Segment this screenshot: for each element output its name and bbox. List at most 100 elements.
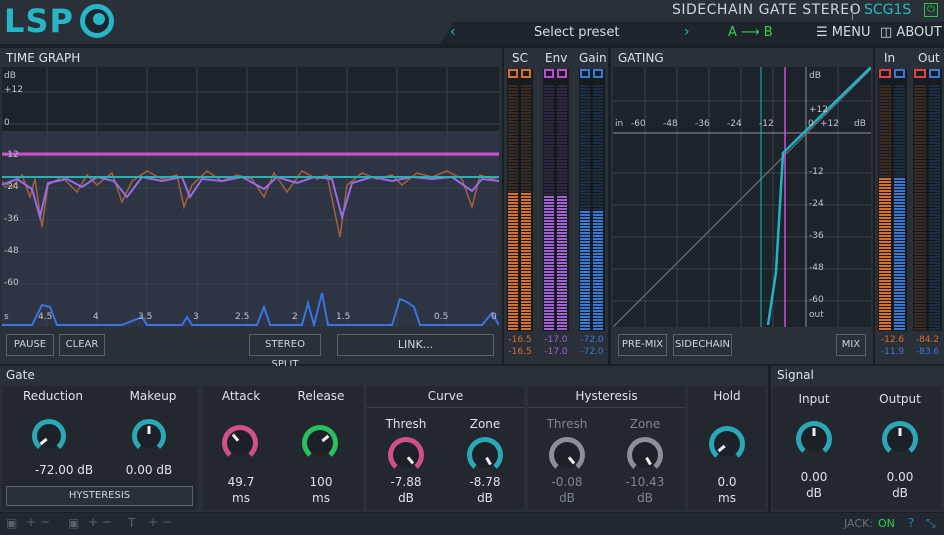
meter-segment [879,319,891,321]
pre-mix-button[interactable]: PRE-MIX [618,334,667,356]
meter-segment [544,268,554,270]
zoom-in-icon[interactable]: + [26,515,36,529]
channel-swatch[interactable] [580,69,590,78]
meter-segment [521,160,531,162]
meter-segment [557,220,567,222]
meter-segment [521,274,531,276]
hold-knob[interactable] [709,426,745,462]
layout-zoom-out-icon[interactable]: − [102,515,112,529]
meter-segment [580,280,590,282]
jack-status[interactable]: ON [878,517,895,530]
meter-segment [508,127,518,129]
channel-swatch[interactable] [593,69,603,78]
channel-swatch[interactable] [544,69,554,78]
window-icon[interactable]: ▣ [6,516,17,530]
meter-segment [928,223,940,225]
meter-segment [557,262,567,264]
preset-selector[interactable]: Select preset [534,25,619,40]
meter-segment [593,88,603,90]
out-meter-value-l: -84.2 [915,335,940,345]
attack-value: 49.7 [227,475,255,489]
knob-cap [801,426,827,452]
meter-segment [508,148,518,150]
in-meter-value-r: -11.9 [880,347,905,357]
hysteresis-thresh-knob[interactable] [549,437,585,473]
meter-segment [879,151,891,153]
meter-segment [508,250,518,252]
preset-next-button[interactable]: › [684,24,690,40]
resize-icon[interactable]: ⤡ [926,516,936,531]
channel-swatch[interactable] [557,69,567,78]
meter-segment [521,280,531,282]
channel-swatch[interactable] [928,69,940,78]
meter-segment [557,118,567,120]
mix-button[interactable]: MIX [836,334,866,356]
layout-zoom-in-icon[interactable]: + [88,515,98,529]
reduction-knob[interactable] [32,419,66,453]
makeup-value: 0.00 dB [125,463,173,477]
preset-prev-button[interactable]: ‹ [450,24,456,40]
power-icon[interactable]: ⏻ [924,3,938,17]
channel-swatch[interactable] [893,69,905,78]
ab-compare-button[interactable]: A ⟶ B [728,25,773,40]
output-gain-knob[interactable] [882,421,918,457]
curve-thresh-knob[interactable] [388,437,424,473]
clear-button[interactable]: CLEAR [59,334,105,356]
attack-knob[interactable] [222,425,258,461]
meter-segment [893,229,905,231]
channel-swatch[interactable] [521,69,531,78]
gy-label-m24: -24 [809,199,824,209]
gating-curve-canvas[interactable]: in -60 -48 -36 -24 -12 0 +12 dB dB +12 -… [613,67,871,327]
channel-swatch[interactable] [508,69,518,78]
stereo-split-button[interactable]: STEREO SPLIT [249,334,321,370]
meter-segment [544,307,554,309]
zoom-out-icon[interactable]: − [40,515,50,529]
hysteresis-zone-knob[interactable] [627,437,663,473]
meter-segment [508,256,518,258]
link-button[interactable]: LINK... [337,334,494,356]
meter-segment [593,160,603,162]
meter-segment [521,226,531,228]
meter-segment [521,241,531,243]
meter-segment [508,121,518,123]
meter-segment [544,235,554,237]
makeup-label: Makeup [129,389,177,403]
hysteresis-toggle-button[interactable]: HYSTERESIS [6,486,193,506]
about-button[interactable]: ◫ ABOUT [880,25,942,40]
meter-segment [557,319,567,321]
reduction-label: Reduction [23,389,83,403]
makeup-knob[interactable] [132,419,166,453]
layout-icon[interactable]: ▣ [68,516,79,530]
meter-segment [893,199,905,201]
channel-swatch[interactable] [879,69,891,78]
meter-segment [580,241,590,243]
font-icon[interactable]: T [128,516,135,530]
meter-segment [593,190,603,192]
m-env-channel-swatches [543,69,569,79]
pause-button[interactable]: PAUSE [6,334,54,356]
meter-segment [879,292,891,294]
time-graph-canvas[interactable]: dB +12 0 -12 -24 -36 -48 -60 s 4.5 4 3.5… [2,67,499,327]
meter-segment [508,97,518,99]
input-gain-knob[interactable] [796,421,832,457]
reduction-value: -72.00 dB [34,463,94,477]
meter-segment [928,256,940,258]
help-icon[interactable]: ? [908,516,914,530]
gating-unity-line [613,68,871,327]
meter-segment [557,193,567,195]
meter-segment [893,118,905,120]
meter-segment [593,91,603,93]
font-zoom-out-icon[interactable]: − [162,515,172,529]
meter-segment [593,229,603,231]
meter-segment [557,289,567,291]
meter-segment [557,229,567,231]
meter-segment [914,109,926,111]
channel-swatch[interactable] [914,69,926,78]
meter-segment [521,184,531,186]
sidechain-button[interactable]: SIDECHAIN [673,334,732,356]
menu-button[interactable]: ☰ MENU [816,25,870,40]
meter-segment [914,133,926,135]
font-zoom-in-icon[interactable]: + [148,515,158,529]
curve-zone-knob[interactable] [467,437,503,473]
release-knob[interactable] [302,425,338,461]
